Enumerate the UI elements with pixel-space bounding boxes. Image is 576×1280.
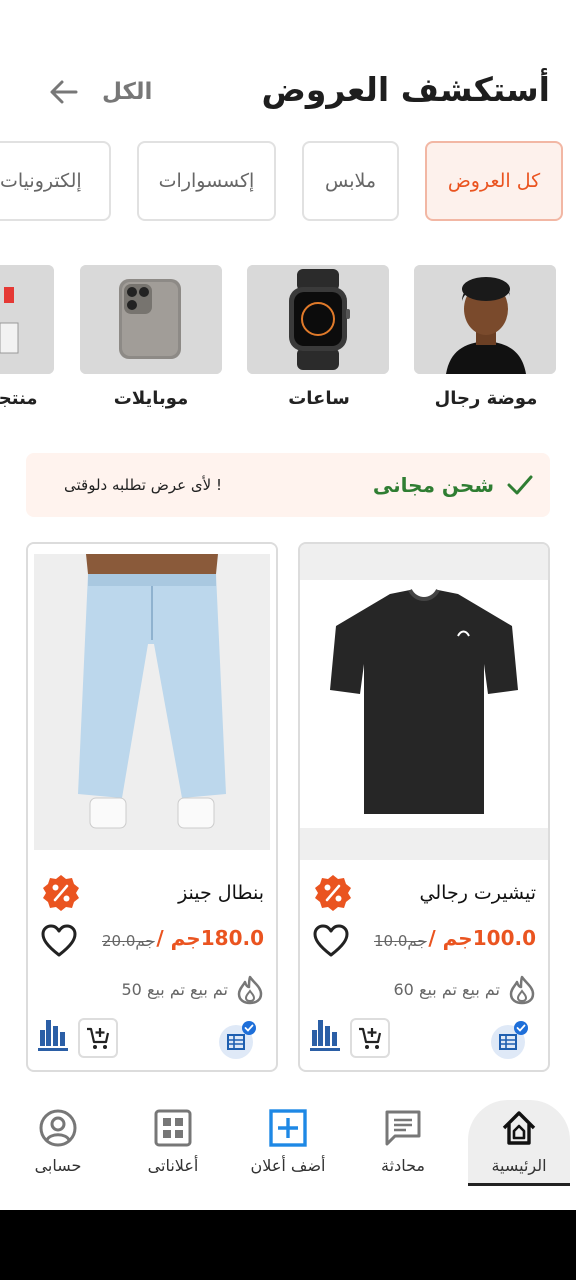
see-all-link[interactable]: الكل [48,76,152,108]
discount-badge-icon [43,875,79,911]
nav-item-my-ads[interactable]: أعلاناتى [123,1098,223,1175]
category-mobiles-label: موبايلات [113,388,189,409]
add-cart-icon [359,1027,382,1049]
product-card[interactable]: بنطال جينز 180.0جم / 20.0جم تم بيع تم بي… [26,542,278,1072]
favorite-heart-icon[interactable] [40,922,78,960]
store-logo-icon [310,1020,340,1051]
chip-accessories[interactable]: إكسسوارات [137,141,276,221]
verified-store-icon [219,1021,256,1059]
fire-icon [237,975,263,1005]
nav-item-chat[interactable]: محادثة [353,1098,453,1175]
category-mobiles-image[interactable] [80,265,222,374]
product-name: بنطال جينز [178,882,264,904]
nav-label-add-ad: أضف أعلان [250,1156,326,1175]
home-icon [502,1111,536,1145]
category-men-fashion-image[interactable] [414,265,556,374]
category-watches-image[interactable] [247,265,389,374]
product-image [28,544,276,860]
nav-label-home: الرئيسية [491,1156,547,1175]
product-name: تيشيرت رجالي [419,882,536,904]
store-logo-icon [38,1020,68,1051]
bottom-navigation: الرئيسية محادثة أضف أعلان أعلاناتى حسابى [0,1090,576,1198]
checkmark-icon [507,475,533,495]
blue-jeans-icon [34,554,270,850]
nav-label-my-ads: أعلاناتى [147,1156,199,1175]
smartphone-icon [80,265,222,374]
add-to-cart-button[interactable] [78,1018,118,1058]
add-box-icon [269,1109,307,1147]
chip-all-offers[interactable]: كل العروض [425,141,563,221]
arrow-left-icon [50,80,78,104]
category-watches-label: ساعات [288,388,350,409]
chip-clothes[interactable]: ملابس [302,141,399,221]
product-price: 100.0جم / [428,926,536,950]
nav-label-chat: محادثة [381,1156,425,1175]
favorite-heart-icon[interactable] [312,922,350,960]
free-shipping-banner: شحن مجانى لأى عرض تطلبه دلوقتى ! [26,453,550,517]
product-icon [0,265,54,374]
product-price: 180.0جم / [156,926,264,950]
product-card[interactable]: تيشيرت رجالي 100.0جم / 10.0جم تم بيع تم … [298,542,550,1072]
nav-item-home[interactable]: الرئيسية [469,1098,569,1175]
product-sold-count: تم بيع تم بيع 60 [393,980,501,999]
banner-title: شحن مجانى [372,473,494,497]
verified-store-icon [491,1021,528,1059]
nav-label-account: حسابى [34,1156,82,1175]
add-cart-icon [87,1027,110,1049]
product-image [300,544,548,860]
product-old-price: 10.0جم [374,932,427,950]
smartwatch-icon [247,265,389,374]
system-navigation-bar [0,1210,576,1280]
grid-icon [154,1109,192,1147]
category-products-label: منتجا [0,388,38,409]
category-products-image[interactable] [0,265,54,374]
man-portrait-icon [414,265,556,374]
chip-electronics[interactable]: إلكترونيات [0,141,111,221]
banner-subtitle: لأى عرض تطلبه دلوقتى ! [64,476,222,494]
chat-icon [385,1110,421,1146]
nav-item-account[interactable]: حسابى [8,1098,108,1175]
product-old-price: 20.0جم [102,932,155,950]
fire-icon [509,975,535,1005]
account-icon [39,1109,77,1147]
page-title: أستكشف العروض [261,70,550,109]
add-to-cart-button[interactable] [350,1018,390,1058]
discount-badge-icon [315,875,351,911]
category-men-fashion-label: موضة رجال [434,388,538,409]
product-sold-count: تم بيع تم بيع 50 [121,980,229,999]
nav-item-add-ad[interactable]: أضف أعلان [238,1098,338,1175]
black-tshirt-icon [300,544,548,860]
see-all-label: الكل [102,79,153,105]
